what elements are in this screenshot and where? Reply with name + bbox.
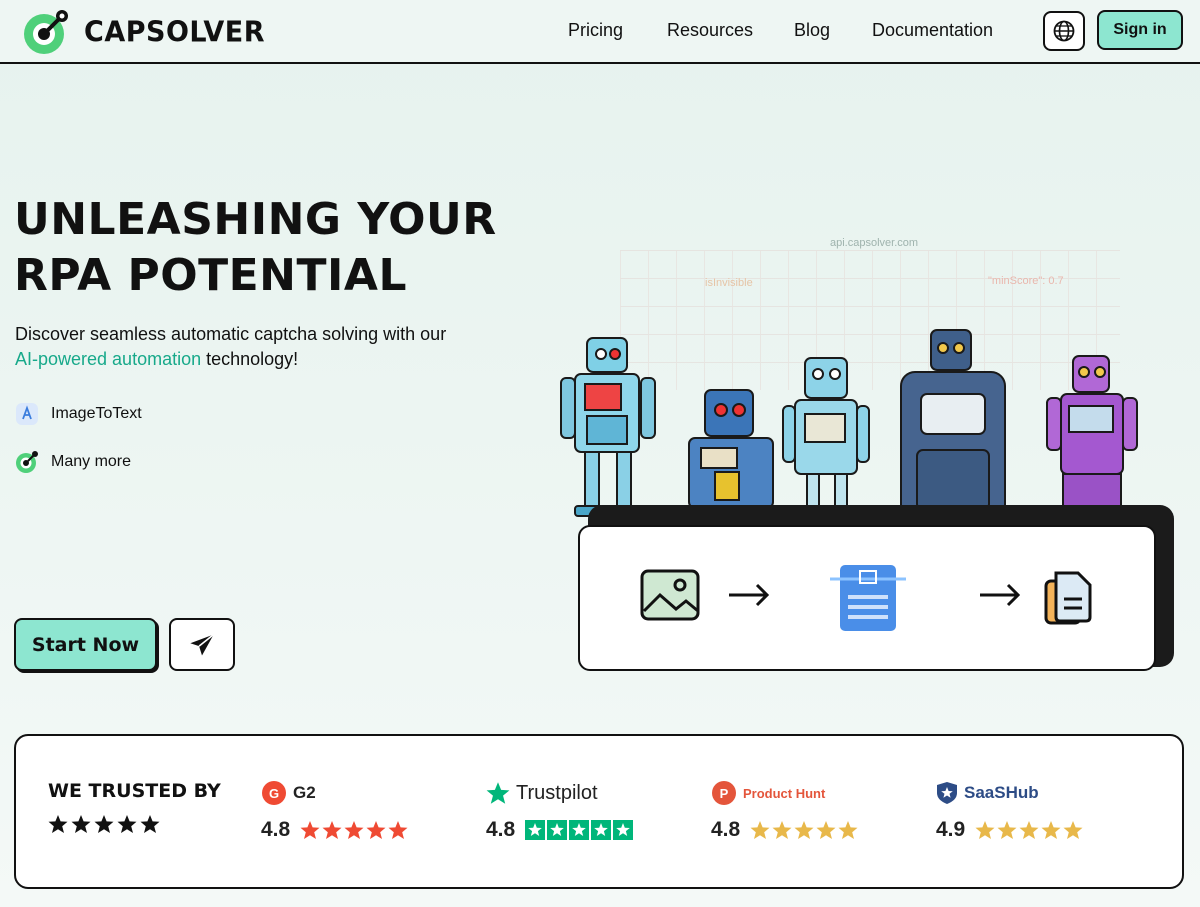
image-to-text-flow-card	[578, 525, 1156, 671]
globe-icon	[1053, 20, 1075, 42]
paper-plane-icon	[190, 633, 215, 655]
nav-link-documentation[interactable]: Documentation	[872, 20, 993, 41]
arrow-right-icon	[729, 583, 770, 607]
star-rating-icon	[750, 821, 858, 839]
hero-subtitle-highlight: AI-powered automation	[15, 349, 202, 369]
rating-saashub[interactable]: SaaSHub 4.9	[936, 776, 1085, 842]
saashub-shield-icon	[937, 782, 957, 804]
document-scan-icon	[830, 565, 906, 631]
star-rating-icon	[525, 820, 634, 840]
hero-subtitle: Discover seamless automatic captcha solv…	[15, 322, 535, 372]
image-to-text-icon	[16, 403, 38, 425]
telegram-button[interactable]	[169, 618, 235, 671]
nav-link-resources[interactable]: Resources	[667, 20, 753, 41]
svg-text:G: G	[269, 786, 279, 801]
hero-subtitle-before: Discover seamless automatic captcha solv…	[15, 324, 447, 344]
trusted-by-panel: WE TRUSTED BY G G2 4.8 Trustpilot 4.8 P …	[14, 734, 1184, 889]
rating-score: 4.8	[711, 818, 741, 841]
robot-purple	[1046, 355, 1138, 521]
brand-name: G2	[293, 783, 316, 802]
hero-subtitle-after: technology!	[201, 349, 299, 369]
rating-score: 4.8	[486, 818, 516, 841]
sign-in-button[interactable]: Sign in	[1097, 10, 1183, 50]
rating-product-hunt[interactable]: P Product Hunt 4.8	[711, 776, 860, 842]
robot-dark-blue	[688, 389, 774, 521]
feature-label: Many more	[51, 453, 132, 470]
robot-light-blue	[560, 337, 656, 517]
nav-link-blog[interactable]: Blog	[794, 20, 830, 41]
brand-name: SaaSHub	[964, 783, 1039, 802]
rating-trustpilot[interactable]: Trustpilot 4.8	[486, 776, 635, 842]
product-hunt-logo-icon: P	[712, 781, 736, 805]
star-rating-icon	[975, 821, 1083, 839]
feature-label: ImageToText	[51, 405, 142, 422]
trusted-by-title: WE TRUSTED BY	[48, 780, 221, 802]
code-hint: isInvisible	[705, 277, 753, 289]
hero-title-line2: RPA POTENTIAL	[14, 250, 407, 301]
top-navbar: CAPSOLVER Pricing Resources Blog Documen…	[0, 0, 1200, 64]
feature-image-to-text[interactable]: ImageToText	[15, 402, 142, 426]
feature-many-more[interactable]: Many more	[15, 450, 131, 474]
five-stars-icon	[48, 815, 160, 833]
rating-g2[interactable]: G G2 4.8	[261, 776, 410, 842]
start-now-button[interactable]: Start Now	[14, 618, 157, 671]
brand-logo[interactable]: CAPSOLVER	[22, 8, 265, 56]
svg-text:P: P	[720, 786, 729, 801]
brand-name: CAPSOLVER	[84, 15, 266, 49]
star-rating-icon	[300, 821, 408, 839]
image-icon	[640, 569, 700, 621]
brand-name: Product Hunt	[743, 785, 826, 801]
robot-cyan	[782, 357, 870, 519]
rating-score: 4.9	[936, 818, 966, 841]
robots-illustration	[560, 329, 1138, 521]
trustpilot-star-icon	[486, 782, 510, 804]
nav-link-pricing[interactable]: Pricing	[568, 20, 623, 41]
capsolver-logo-icon	[24, 10, 68, 54]
rating-score: 4.8	[261, 818, 291, 841]
language-button[interactable]	[1043, 11, 1085, 51]
text-document-icon	[1044, 571, 1092, 625]
code-hint: api.capsolver.com	[830, 237, 919, 249]
robot-navy	[900, 329, 1006, 521]
arrow-right-icon	[980, 583, 1021, 607]
capsolver-logo-icon	[16, 451, 38, 473]
code-hint: "minScore": 0.7	[988, 275, 1064, 287]
brand-name: Trustpilot	[516, 781, 598, 804]
hero-title-line1: UNLEASHING YOUR	[14, 194, 497, 245]
hero-title: UNLEASHING YOUR RPA POTENTIAL	[14, 192, 554, 304]
g2-logo-icon: G	[262, 781, 286, 805]
